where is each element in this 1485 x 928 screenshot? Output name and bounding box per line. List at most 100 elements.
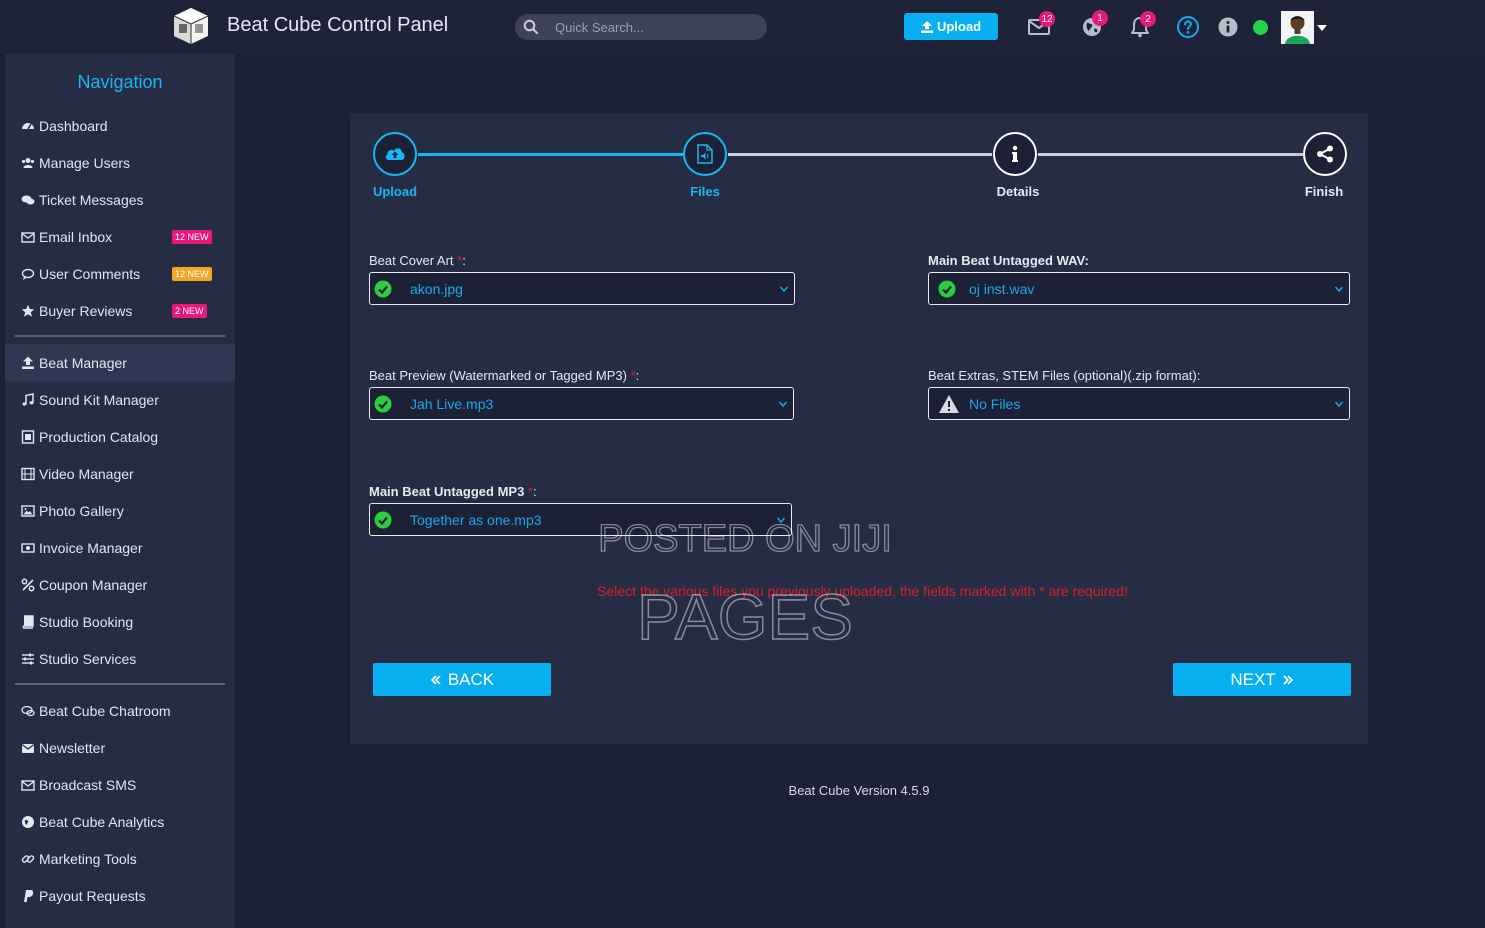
step-label-upload: Upload	[372, 184, 418, 199]
sidebar-item-label: Buyer Reviews	[39, 302, 133, 319]
avatar[interactable]	[1281, 11, 1314, 44]
new-badge: 2 NEW	[172, 304, 207, 318]
preview-select[interactable]: Jah Live.mp3	[369, 387, 794, 420]
extras-value: No Files	[969, 396, 1021, 412]
jiji-watermark: POSTED ON JIJI PAGES	[600, 517, 890, 650]
link-icon	[21, 854, 35, 863]
image-icon	[21, 504, 35, 517]
cover-art-select[interactable]: akon.jpg	[369, 272, 795, 305]
sidebar-item-label: Production Catalog	[39, 428, 159, 445]
cloud-upload-icon	[385, 148, 405, 160]
sidebar-item-label: Broadcast SMS	[39, 776, 137, 793]
sidebar-item-payout-requests[interactable]: Payout Requests	[5, 877, 235, 914]
sidebar-item-manage-users[interactable]: Manage Users	[5, 144, 235, 181]
step-label-details: Details	[996, 184, 1040, 199]
sidebar-item-ticket-messages[interactable]: Ticket Messages	[5, 181, 235, 218]
check-circle-icon	[938, 280, 956, 298]
chevron-down-icon	[779, 286, 789, 293]
sidebar-item-beat-cube-analytics[interactable]: Beat Cube Analytics	[5, 803, 235, 840]
sidebar-item-production-catalog[interactable]: Production Catalog	[5, 418, 235, 455]
step-connector	[1038, 153, 1303, 156]
sidebar-divider	[15, 683, 225, 685]
next-button[interactable]: NEXT	[1173, 663, 1351, 696]
sidebar-item-coupon-manager[interactable]: Coupon Manager	[5, 566, 235, 603]
extras-label: Beat Extras, STEM Files (optional)(.zip …	[928, 368, 1201, 383]
sidebar-item-beat-cube-chatroom[interactable]: Beat Cube Chatroom	[5, 692, 235, 729]
step-finish[interactable]	[1303, 132, 1347, 176]
sidebar-item-video-manager[interactable]: Video Manager	[5, 455, 235, 492]
sidebar-item-label: Beat Cube Chatroom	[39, 702, 171, 719]
version-footer: Beat Cube Version 4.5.9	[788, 783, 930, 798]
film-icon	[21, 467, 35, 480]
sidebar-item-label: Marketing Tools	[39, 850, 137, 867]
chat-icon	[21, 705, 35, 716]
sidebar-item-beat-manager[interactable]: Beat Manager	[5, 344, 235, 381]
next-button-label: NEXT	[1230, 669, 1276, 689]
sidebar-item-user-comments[interactable]: User Comments 12 NEW	[5, 255, 235, 292]
sidebar-item-invoice-manager[interactable]: Invoice Manager	[5, 529, 235, 566]
info-icon[interactable]	[1216, 15, 1240, 39]
sidebar-item-label: Dashboard	[39, 117, 108, 134]
online-status-indicator	[1253, 20, 1268, 35]
comment-icon	[21, 268, 35, 280]
sidebar-item-studio-services[interactable]: Studio Services	[5, 640, 235, 677]
mp3-label: Main Beat Untagged MP3 *:	[369, 484, 537, 499]
sidebar-item-label: Beat Cube Analytics	[39, 813, 165, 830]
app-title: Beat Cube Control Panel	[227, 14, 449, 36]
chevron-down-icon	[778, 401, 788, 408]
sidebar-item-broadcast-sms[interactable]: Broadcast SMS	[5, 766, 235, 803]
extras-select[interactable]: No Files	[928, 387, 1350, 420]
step-upload[interactable]	[373, 132, 417, 176]
step-connector	[728, 153, 992, 156]
sidebar: Navigation Dashboard Manage Users Ticket…	[5, 54, 235, 928]
upload-button-label: Upload	[936, 19, 982, 34]
sidebar-item-label: Video Manager	[39, 465, 134, 482]
upload-icon	[22, 356, 34, 369]
users-icon	[21, 157, 35, 168]
sidebar-item-newsletter[interactable]: Newsletter	[5, 729, 235, 766]
step-details[interactable]	[993, 132, 1037, 176]
audio-file-icon	[697, 144, 713, 164]
check-circle-icon	[374, 395, 392, 413]
double-chevron-left-icon	[430, 674, 441, 685]
wav-select[interactable]: oj inst.wav	[928, 272, 1350, 305]
sidebar-item-label: Manage Users	[39, 154, 131, 171]
sidebar-item-label: User Comments	[39, 265, 141, 282]
sidebar-item-label: Ticket Messages	[39, 191, 144, 208]
sidebar-item-email-inbox[interactable]: Email Inbox 12 NEW	[5, 218, 235, 255]
dashboard-icon	[22, 122, 34, 129]
newsletter-icon	[21, 743, 35, 753]
search-icon	[523, 19, 539, 35]
percent-icon	[21, 578, 35, 591]
chevron-down-icon[interactable]	[1317, 25, 1327, 31]
step-label-finish: Finish	[1304, 184, 1344, 199]
search-input[interactable]	[555, 14, 755, 40]
sidebar-item-marketing-tools[interactable]: Marketing Tools	[5, 840, 235, 877]
sidebar-item-dashboard[interactable]: Dashboard	[5, 107, 235, 144]
help-icon[interactable]	[1176, 15, 1200, 39]
sidebar-item-studio-booking[interactable]: Studio Booking	[5, 603, 235, 640]
sidebar-item-label: Coupon Manager	[39, 576, 148, 593]
chevron-down-icon	[1334, 286, 1344, 293]
bell-count-badge: 2	[1140, 11, 1156, 27]
step-files[interactable]	[683, 132, 727, 176]
sidebar-item-label: Studio Services	[39, 650, 137, 667]
back-button[interactable]: BACK	[373, 663, 551, 696]
new-badge: 12 NEW	[172, 230, 212, 244]
upload-button[interactable]: Upload	[904, 13, 998, 40]
quick-search[interactable]	[515, 14, 767, 40]
check-circle-icon	[374, 511, 392, 529]
sidebar-item-sound-kit-manager[interactable]: Sound Kit Manager	[5, 381, 235, 418]
invoice-icon	[21, 542, 35, 553]
mail-count-badge: 12	[1039, 11, 1055, 27]
envelope-icon	[21, 231, 35, 243]
envelope-icon	[21, 779, 35, 791]
book-icon	[22, 614, 34, 629]
globe-count-badge: 1	[1092, 10, 1108, 26]
sidebar-item-buyer-reviews[interactable]: Buyer Reviews 2 NEW	[5, 292, 235, 329]
sidebar-item-label: Studio Booking	[39, 613, 134, 630]
sidebar-divider	[15, 335, 225, 337]
sidebar-item-photo-gallery[interactable]: Photo Gallery	[5, 492, 235, 529]
back-button-label: BACK	[447, 669, 495, 689]
beat-cube-logo[interactable]	[171, 6, 211, 46]
